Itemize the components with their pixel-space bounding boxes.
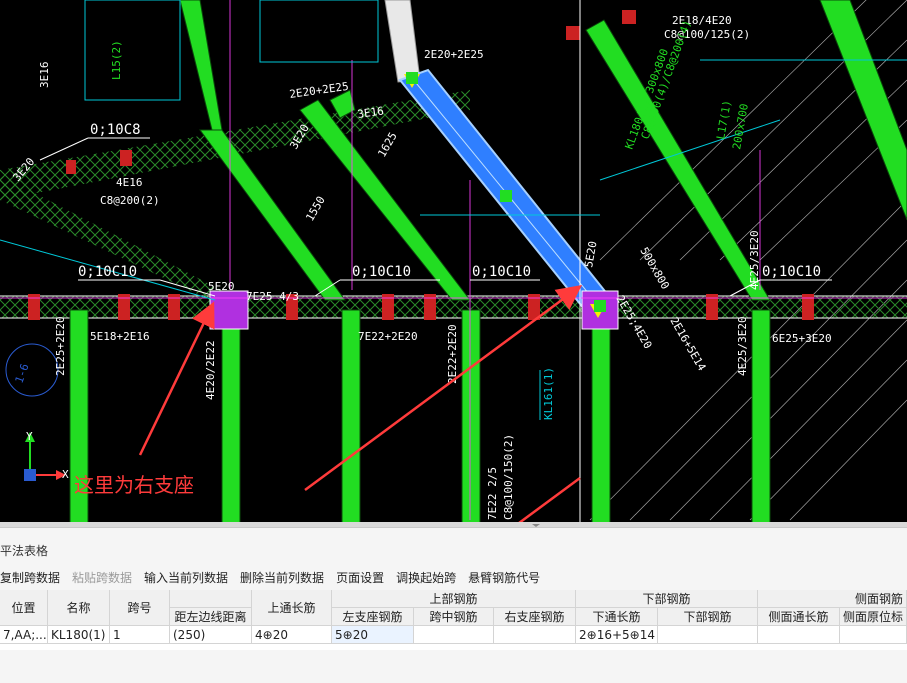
toolbar-button-0[interactable]: 复制跨数据 [0, 569, 60, 587]
beam-mark-3: 0;10C10 [352, 264, 411, 280]
hatch-diagonal-band [0, 90, 470, 200]
axis-y-label: Y [26, 430, 33, 443]
rebar-label: 3E16 [38, 62, 51, 89]
beam-mark-4: 0;10C10 [472, 264, 531, 280]
rebar-label: 4E25/3E20 [748, 230, 761, 290]
cell-left-support[interactable]: 5⊕20 [332, 626, 414, 644]
toolbar-button-3[interactable]: 删除当前列数据 [240, 569, 324, 587]
col-header-bottom[interactable]: 下部钢筋 [658, 608, 758, 626]
col-header-span[interactable]: 跨号 [110, 590, 170, 626]
col-header-left-support[interactable]: 左支座钢筋 [332, 608, 414, 626]
toolbar-button-5[interactable]: 调换起始跨 [396, 569, 456, 587]
beam-l17-size: 200x700 [730, 103, 751, 151]
col-header-side-through[interactable]: 侧面通长筋 [758, 608, 840, 626]
cell-side-local[interactable] [840, 626, 907, 644]
col-header-side-local[interactable]: 侧面原位标 [840, 608, 907, 626]
col-header-dist-top [170, 590, 252, 608]
beam-kl161-label: KL161(1) [542, 367, 555, 420]
axis-bubble-label: 1-6 [13, 362, 32, 385]
rebar-label: 5E18+2E16 [90, 330, 150, 343]
panel-title: 平法表格 [0, 544, 49, 558]
col-header-name[interactable]: 名称 [48, 590, 110, 626]
group-header-top: 上部钢筋 [332, 590, 576, 608]
beam-l17-label: L17(1) [714, 99, 734, 140]
rebar-label: 7E22+2E20 [358, 330, 418, 343]
cell-position[interactable]: 7,AA;... [0, 626, 48, 644]
beam-mark-2: 0;10C10 [78, 264, 137, 280]
col-header-right-support[interactable]: 右支座钢筋 [494, 608, 576, 626]
rebar-table: 位置 名称 跨号 距左边线距离 上通长筋 上部钢筋 左支座钢筋 跨中钢筋 右支座… [0, 590, 907, 650]
support-left[interactable] [209, 290, 249, 330]
cell-mid-span[interactable] [414, 626, 494, 644]
col-header-position[interactable]: 位置 [0, 590, 48, 626]
dim-label: 1625 [375, 130, 400, 159]
rebar-table-panel: 平法表格 复制跨数据 粘贴跨数据 输入当前列数据 删除当前列数据 页面设置 调换起始跨 悬臂… [0, 527, 907, 683]
col-header-mid-span[interactable]: 跨中钢筋 [414, 608, 494, 626]
beam-mark-1: 0;10C8 [90, 122, 141, 138]
beam-l15-label: L15(2) [110, 40, 123, 80]
rebar-label: 5E20 [582, 240, 599, 268]
cell-dist[interactable]: (250) [170, 626, 252, 644]
cad-drawing-canvas[interactable]: 0;10C8 0;10C10 0;10C10 0;10C10 0;10C10 2… [0, 0, 907, 527]
rebar-label: 4E25/3E20 [736, 316, 749, 376]
col-header-bottom-through[interactable]: 下通长筋 [576, 608, 658, 626]
beam-mark-5: 0;10C10 [762, 264, 821, 280]
beam-kl180-side: 2E16+5E14 [667, 315, 708, 373]
cell-bottom[interactable] [658, 626, 758, 644]
col-header-top-through[interactable]: 上通长筋 [252, 590, 332, 626]
rebar-label: 2E25+2E20 [54, 316, 67, 376]
group-header-bottom: 下部钢筋 [576, 590, 758, 608]
table-toolbar: 复制跨数据 粘贴跨数据 输入当前列数据 删除当前列数据 页面设置 调换起始跨 悬臂钢筋代号 [0, 569, 552, 587]
toolbar-button-4[interactable]: 页面设置 [336, 569, 384, 587]
rebar-label: 5E20 [208, 280, 235, 293]
rebar-label: 4E16 [116, 176, 143, 189]
dim-label: 1550 [303, 194, 328, 223]
rebar-label: 7E22 2/5 [486, 467, 499, 520]
rebar-label: 7E25 4/3 [246, 290, 299, 303]
rebar-label: 6E25+3E20 [772, 332, 832, 345]
cell-top-through[interactable]: 4⊕20 [252, 626, 332, 644]
toolbar-button-1[interactable]: 粘贴跨数据 [72, 569, 132, 587]
annotation-right-support: 这里为右支座 [74, 473, 194, 497]
rebar-label: C8@100/150(2) [502, 434, 515, 520]
toolbar-button-6[interactable]: 悬臂钢筋代号 [468, 569, 540, 587]
rebar-label: 2E22+2E20 [446, 324, 459, 384]
group-header-side: 侧面钢筋 [758, 590, 907, 608]
cell-span[interactable]: 1 [110, 626, 170, 644]
beam-kl180-dim: 500x800 [637, 245, 671, 292]
rebar-label: 4E20/2E22 [204, 340, 217, 400]
ucs-axis-icon: Y X [24, 430, 69, 481]
col-header-dist[interactable]: 距左边线距离 [170, 608, 252, 626]
cell-bottom-through[interactable]: 2⊕16+5⊕14 [576, 626, 658, 644]
toolbar-button-2[interactable]: 输入当前列数据 [144, 569, 228, 587]
rebar-label: C8@200(2) [100, 194, 160, 207]
axis-x-label: X [62, 468, 69, 481]
rebar-label: 2E20+2E25 [424, 48, 484, 61]
cell-side-through[interactable] [758, 626, 840, 644]
cell-right-support[interactable] [494, 626, 576, 644]
cad-drawing[interactable]: 0;10C8 0;10C10 0;10C10 0;10C10 0;10C10 2… [0, 0, 907, 527]
cell-name[interactable]: KL180(1) [48, 626, 110, 644]
